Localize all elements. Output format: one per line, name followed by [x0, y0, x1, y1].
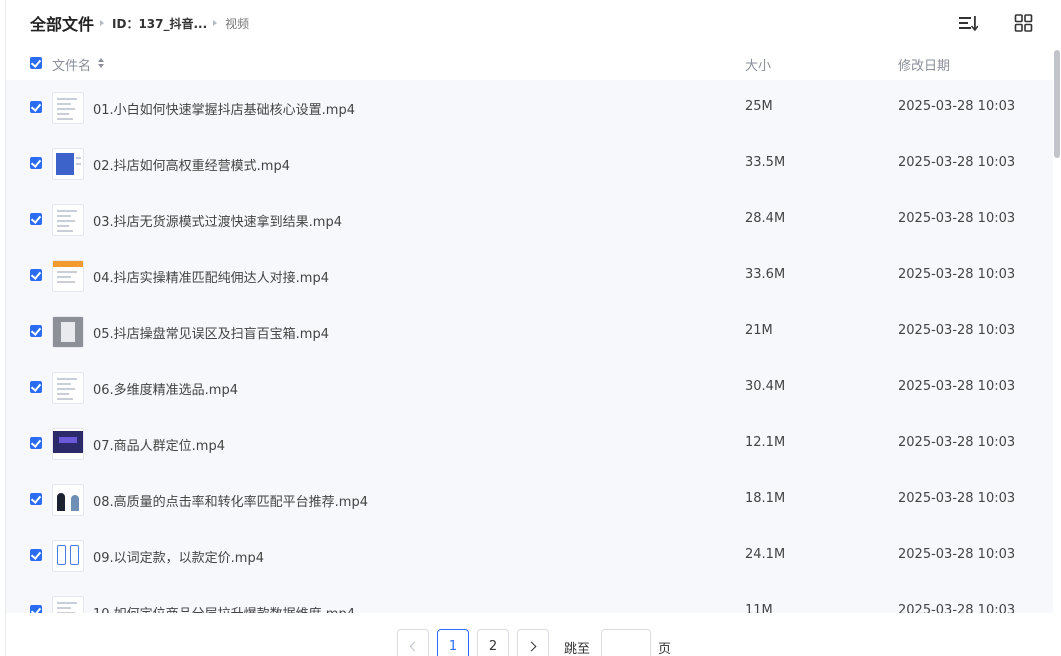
row-checkbox[interactable] [30, 101, 42, 113]
file-name[interactable]: 04.抖店实操精准匹配纯佣达人对接.mp4 [93, 267, 329, 286]
file-modified-date: 2025-03-28 10:03 [898, 323, 1016, 338]
row-checkbox[interactable] [30, 549, 42, 561]
file-modified-date: 2025-03-28 10:03 [898, 99, 1016, 114]
file-size: 30.4M [745, 379, 786, 394]
file-row[interactable]: 04.抖店实操精准匹配纯佣达人对接.mp4 33.6M 2025-03-28 10:… [6, 248, 1053, 304]
video-thumbnail[interactable] [52, 428, 84, 460]
file-modified-date: 2025-03-28 10:03 [898, 267, 1016, 282]
row-checkbox[interactable] [30, 325, 42, 337]
video-thumbnail[interactable] [52, 92, 84, 124]
grid-view-icon[interactable] [1014, 14, 1034, 32]
file-size: 21M [745, 323, 773, 338]
column-date-label: 修改日期 [898, 59, 951, 74]
file-size: 28.4M [745, 211, 786, 226]
page-suffix-label: 页 [658, 642, 672, 656]
video-thumbnail[interactable] [52, 540, 84, 572]
video-thumbnail[interactable] [52, 148, 84, 180]
file-row[interactable]: 10.如何定位商品分层拉升爆款数据维度.mp4 11M 2025-03-28 10:… [6, 584, 1053, 613]
row-checkbox[interactable] [30, 157, 42, 169]
file-row[interactable]: 03.抖店无货源模式过渡快速拿到结果.mp4 28.4M 2025-03-28 10… [6, 192, 1053, 248]
file-size: 12.1M [745, 435, 786, 450]
file-size: 33.5M [745, 155, 786, 170]
file-size: 25M [745, 99, 773, 114]
file-modified-date: 2025-03-28 10:03 [898, 379, 1016, 394]
next-page-button[interactable] [517, 629, 549, 656]
file-size: 11M [745, 603, 773, 613]
row-checkbox[interactable] [30, 605, 42, 613]
column-name-label[interactable]: 文件名 [52, 55, 91, 74]
chevron-left-icon [409, 641, 420, 651]
file-name[interactable]: 07.商品人群定位.mp4 [93, 435, 225, 454]
breadcrumb-separator-icon [100, 20, 105, 26]
file-modified-date: 2025-03-28 10:03 [898, 155, 1016, 170]
video-thumbnail[interactable] [52, 596, 84, 613]
file-size: 24.1M [745, 547, 786, 562]
row-checkbox[interactable] [30, 213, 42, 225]
video-thumbnail[interactable] [52, 204, 84, 236]
file-row[interactable]: 06.多维度精准选品.mp4 30.4M 2025-03-28 10:03 [6, 360, 1053, 416]
column-header: 文件名 大小 修改日期 [6, 46, 1053, 80]
file-name[interactable]: 01.小白如何快速掌握抖店基础核心设置.mp4 [93, 99, 355, 118]
video-thumbnail[interactable] [52, 260, 84, 292]
file-modified-date: 2025-03-28 10:03 [898, 547, 1016, 562]
breadcrumb: 全部文件 ID：137_抖音... 视频 [30, 0, 1061, 46]
video-thumbnail[interactable] [52, 316, 84, 348]
file-name[interactable]: 09.以词定款，以款定价.mp4 [93, 547, 264, 566]
file-size: 18.1M [745, 491, 786, 506]
file-name[interactable]: 08.高质量的点击率和转化率匹配平台推荐.mp4 [93, 491, 368, 510]
breadcrumb-root[interactable]: 全部文件 [30, 11, 94, 35]
video-thumbnail[interactable] [52, 484, 84, 516]
prev-page-button[interactable] [397, 629, 429, 656]
file-size: 33.6M [745, 267, 786, 282]
file-modified-date: 2025-03-28 10:03 [898, 603, 1016, 613]
file-modified-date: 2025-03-28 10:03 [898, 435, 1016, 450]
jump-to-label: 跳至 [564, 642, 591, 656]
file-row[interactable]: 08.高质量的点击率和转化率匹配平台推荐.mp4 18.1M 2025-03-28 … [6, 472, 1053, 528]
sort-lines-icon[interactable] [958, 14, 978, 32]
jump-page-input[interactable] [601, 629, 651, 656]
scrollbar-thumb[interactable] [1054, 50, 1060, 158]
file-modified-date: 2025-03-28 10:03 [898, 491, 1016, 506]
file-modified-date: 2025-03-28 10:03 [898, 211, 1016, 226]
select-all-checkbox[interactable] [30, 57, 42, 69]
file-row[interactable]: 05.抖店操盘常见误区及扫盲百宝箱.mp4 21M 2025-03-28 10:03 [6, 304, 1053, 360]
file-name[interactable]: 10.如何定位商品分层拉升爆款数据维度.mp4 [93, 603, 355, 613]
breadcrumb-item-folder[interactable]: ID：137_抖音... [112, 15, 207, 32]
file-row[interactable]: 01.小白如何快速掌握抖店基础核心设置.mp4 25M 2025-03-28 10:… [6, 80, 1053, 136]
file-name[interactable]: 06.多维度精准选品.mp4 [93, 379, 238, 398]
row-checkbox[interactable] [30, 269, 42, 281]
page-button-2[interactable]: 2 [477, 629, 509, 656]
row-checkbox[interactable] [30, 493, 42, 505]
sort-toggle-icon[interactable] [98, 57, 104, 69]
file-row[interactable]: 02.抖店如何高权重经营模式.mp4 33.5M 2025-03-28 10:03 [6, 136, 1053, 192]
file-list: 01.小白如何快速掌握抖店基础核心设置.mp4 25M 2025-03-28 10:… [6, 80, 1053, 613]
video-thumbnail[interactable] [52, 372, 84, 404]
file-row[interactable]: 09.以词定款，以款定价.mp4 24.1M 2025-03-28 10:03 [6, 528, 1053, 584]
row-checkbox[interactable] [30, 381, 42, 393]
file-name[interactable]: 05.抖店操盘常见误区及扫盲百宝箱.mp4 [93, 323, 329, 342]
file-row[interactable]: 07.商品人群定位.mp4 12.1M 2025-03-28 10:03 [6, 416, 1053, 472]
file-name[interactable]: 03.抖店无货源模式过渡快速拿到结果.mp4 [93, 211, 342, 230]
column-size-label: 大小 [745, 59, 772, 74]
page-button-1[interactable]: 1 [437, 629, 469, 656]
chevron-right-icon [526, 641, 537, 651]
breadcrumb-item-current: 视频 [225, 16, 250, 31]
breadcrumb-separator-icon [213, 20, 218, 26]
row-checkbox[interactable] [30, 437, 42, 449]
file-name[interactable]: 02.抖店如何高权重经营模式.mp4 [93, 155, 290, 174]
